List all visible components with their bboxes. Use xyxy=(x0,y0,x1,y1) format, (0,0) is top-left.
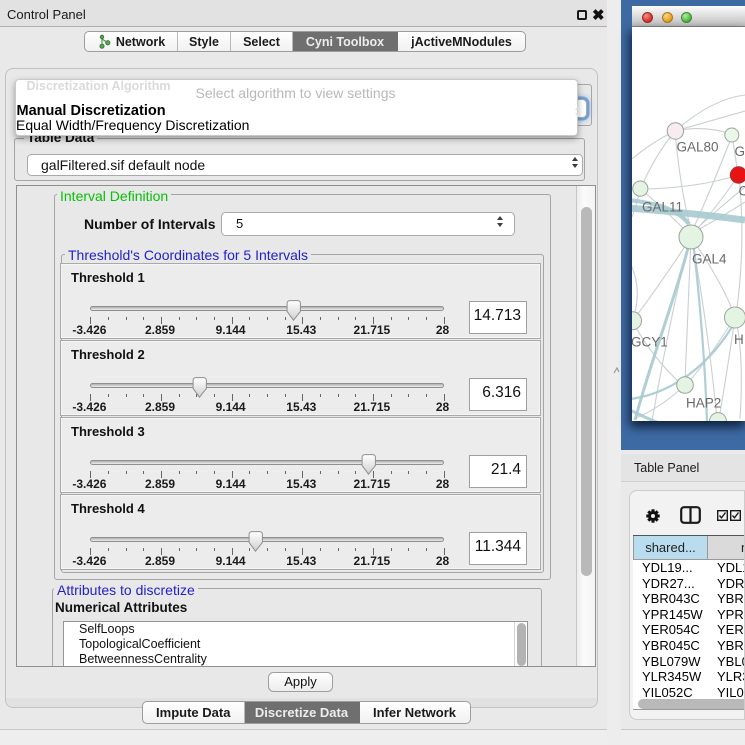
svg-text:GAL80: GAL80 xyxy=(677,140,719,155)
svg-text:HAP2: HAP2 xyxy=(686,396,721,411)
svg-text:GAL11: GAL11 xyxy=(642,199,683,214)
svg-text:H: H xyxy=(734,332,744,347)
svg-text:C: C xyxy=(739,184,745,199)
svg-text:GA: GA xyxy=(735,144,745,159)
svg-text:GCY1: GCY1 xyxy=(632,335,668,350)
svg-text:GAL4: GAL4 xyxy=(692,252,727,267)
